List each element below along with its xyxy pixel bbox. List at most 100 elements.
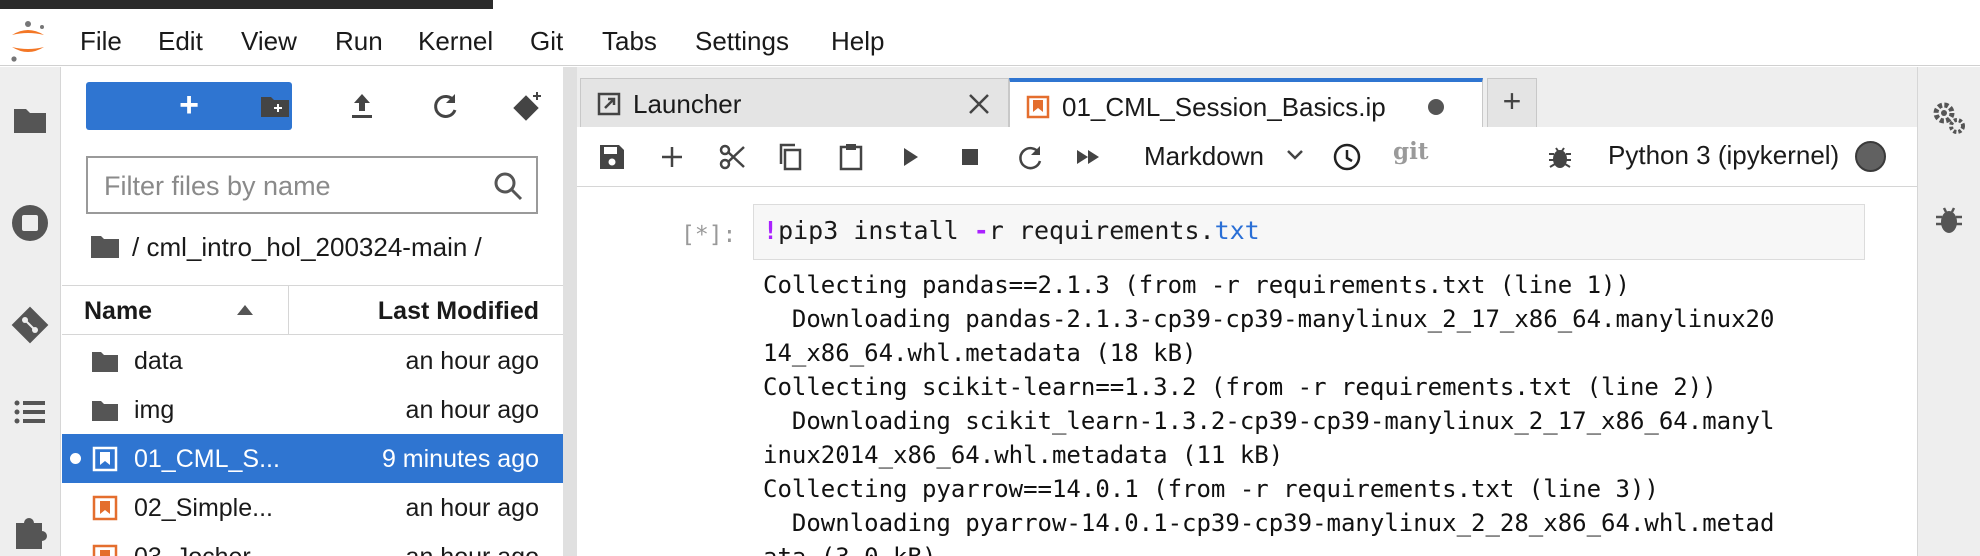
- output-line: Downloading scikit_learn-1.3.2-cp39-cp39…: [763, 407, 1775, 435]
- code-text: r requirements.: [988, 216, 1215, 245]
- left-sidebar: [0, 67, 61, 556]
- add-tab-button[interactable]: +: [1487, 78, 1537, 127]
- file-browser-panel: + / cml_intro_hol_200324-main / Name Las…: [62, 67, 563, 556]
- file-row-data[interactable]: data an hour ago: [62, 336, 563, 385]
- tab-launcher[interactable]: Launcher: [580, 78, 1009, 127]
- execution-prompt: [*]:: [681, 222, 737, 248]
- main-area: Launcher 01_CML_Session_Basics.ip + Mark…: [577, 67, 1917, 556]
- file-name: 03_Jocher...: [134, 543, 270, 556]
- menu-help[interactable]: Help: [831, 26, 884, 56]
- output-line: Collecting pandas==2.1.3 (from -r requir…: [763, 271, 1630, 299]
- file-name: data: [134, 347, 183, 375]
- output-line: Downloading pyarrow-14.0.1-cp39-cp39-man…: [763, 509, 1775, 537]
- file-filter-box: [86, 156, 538, 214]
- extension-manager-icon[interactable]: [8, 507, 52, 551]
- code-attribute: txt: [1214, 216, 1260, 245]
- cell-type-value: Markdown: [1144, 141, 1264, 171]
- notebook-icon: [92, 544, 118, 556]
- menu-view[interactable]: View: [241, 26, 297, 56]
- code-text: pip3 install: [778, 216, 974, 245]
- upload-icon[interactable]: [345, 89, 379, 123]
- menu-kernel[interactable]: Kernel: [418, 26, 493, 56]
- notebook-toolbar: Markdown git Python 3 (ipykernel): [577, 127, 1917, 187]
- launcher-icon: [597, 92, 621, 116]
- jupyter-logo-icon: [11, 21, 44, 62]
- chevron-down-icon: [1287, 150, 1303, 160]
- panel-splitter[interactable]: [563, 67, 577, 556]
- code-operator: -: [973, 216, 989, 245]
- file-row-img[interactable]: img an hour ago: [62, 385, 563, 434]
- running-indicator: [70, 453, 81, 464]
- menu-file[interactable]: File: [80, 26, 122, 56]
- menu-edit[interactable]: Edit: [158, 26, 203, 56]
- folder-icon: [92, 352, 118, 372]
- file-name: 01_CML_S...: [134, 445, 280, 473]
- breadcrumb-path[interactable]: / cml_intro_hol_200324-main /: [132, 230, 482, 264]
- close-icon[interactable]: [967, 92, 991, 116]
- new-folder-icon[interactable]: [258, 89, 292, 123]
- running-sessions-icon[interactable]: [8, 201, 52, 245]
- column-name-header[interactable]: Name: [84, 297, 152, 326]
- insert-cell-icon[interactable]: [657, 142, 687, 172]
- code-cell-editor[interactable]: !pip3 install -r requirements.txt: [753, 204, 1865, 260]
- unsaved-dot-icon[interactable]: [1424, 95, 1448, 119]
- file-row-01-cml-session[interactable]: 01_CML_S... 9 minutes ago: [62, 434, 563, 483]
- notebook-icon: [92, 495, 118, 521]
- right-sidebar: [1917, 67, 1980, 556]
- file-list-header: Name Last Modified: [62, 285, 563, 335]
- home-folder-icon[interactable]: [90, 233, 120, 259]
- file-row-03-jocher[interactable]: 03_Jocher... an hour ago: [62, 532, 563, 556]
- filter-files-input[interactable]: [104, 168, 484, 204]
- run-icon[interactable]: [895, 142, 925, 172]
- debugger-bug-icon[interactable]: [1931, 202, 1967, 238]
- cell-output: Collecting pandas==2.1.3 (from -r requir…: [763, 268, 1867, 556]
- tab-label: 01_CML_Session_Basics.ip: [1062, 92, 1386, 122]
- folder-icon: [92, 401, 118, 421]
- output-line: inux2014_x86_64.whl.metadata (11 kB): [763, 441, 1284, 469]
- interrupt-icon[interactable]: [955, 142, 985, 172]
- notebook-icon: [92, 446, 118, 472]
- restart-kernel-icon[interactable]: [1015, 142, 1045, 172]
- property-inspector-gear-icon[interactable]: [1931, 100, 1967, 136]
- file-modified: an hour ago: [405, 347, 539, 375]
- window-top-strip: [0, 0, 493, 9]
- output-line: Downloading pandas-2.1.3-cp39-cp39-manyl…: [763, 305, 1775, 333]
- shell-bang: !: [763, 216, 779, 245]
- menu-tabs[interactable]: Tabs: [602, 26, 657, 56]
- paste-icon[interactable]: [836, 142, 866, 172]
- notebook-panel: Markdown git Python 3 (ipykernel) [*]: !…: [577, 127, 1917, 556]
- copy-icon[interactable]: [776, 142, 806, 172]
- menu-bar: File Edit View Run Kernel Git Tabs Setti…: [0, 9, 1980, 66]
- output-line: Collecting pyarrow==14.0.1 (from -r requ…: [763, 475, 1659, 503]
- output-line: 14_x86_64.whl.metadata (18 kB): [763, 339, 1197, 367]
- file-name: img: [134, 396, 175, 424]
- refresh-icon[interactable]: [428, 89, 462, 123]
- restart-run-all-icon[interactable]: [1074, 142, 1104, 172]
- file-modified: an hour ago: [405, 396, 539, 424]
- file-name: 02_Simple...: [134, 494, 273, 522]
- tab-notebook[interactable]: 01_CML_Session_Basics.ip: [1009, 78, 1483, 127]
- cut-icon[interactable]: [717, 142, 747, 172]
- sort-ascending-icon: [237, 305, 253, 315]
- git-diff-button[interactable]: git: [1393, 138, 1428, 165]
- file-browser-icon[interactable]: [8, 97, 52, 141]
- menu-settings[interactable]: Settings: [695, 26, 789, 56]
- kernel-busy-indicator: [1855, 141, 1886, 172]
- git-icon[interactable]: [8, 303, 52, 347]
- cell-type-select[interactable]: Markdown: [1144, 139, 1303, 173]
- output-line: ata (3.0 kB): [763, 540, 1867, 556]
- notebook-icon: [1026, 95, 1050, 119]
- file-modified: an hour ago: [405, 494, 539, 522]
- clock-icon[interactable]: [1332, 142, 1362, 172]
- git-clone-icon[interactable]: [511, 89, 545, 123]
- column-divider[interactable]: [288, 286, 289, 334]
- file-row-02-simple[interactable]: 02_Simple... an hour ago: [62, 483, 563, 532]
- menu-git[interactable]: Git: [530, 26, 563, 56]
- save-icon[interactable]: [597, 142, 627, 172]
- debugger-icon[interactable]: [1545, 142, 1575, 172]
- column-modified-header[interactable]: Last Modified: [378, 297, 539, 326]
- kernel-name[interactable]: Python 3 (ipykernel): [1608, 140, 1839, 171]
- table-of-contents-icon[interactable]: [8, 390, 52, 434]
- menu-run[interactable]: Run: [335, 26, 383, 56]
- file-modified: an hour ago: [406, 543, 539, 556]
